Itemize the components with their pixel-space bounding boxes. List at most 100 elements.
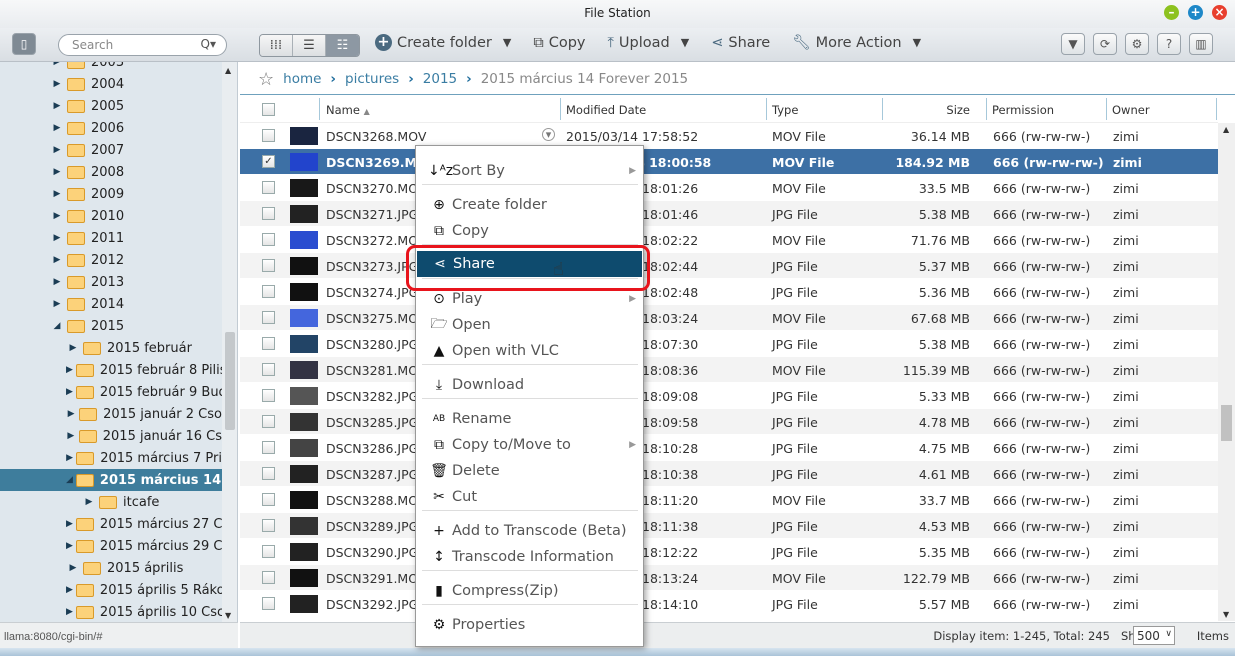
table-row[interactable]: DSCN3268.MOV ▾ 2015/03/14 17:58:52 MOV F… xyxy=(240,123,1218,149)
table-row[interactable]: DSCN3281.MOV 2015/03/14 18:08:36 MOV Fil… xyxy=(240,357,1218,383)
collapsed-arrow-icon[interactable]: ▶ xyxy=(66,585,73,595)
table-row[interactable]: DSCN3288.MOV 2015/03/14 18:11:20 MOV Fil… xyxy=(240,487,1218,513)
context-menu-item[interactable]: ⧉ Copy to/Move to ▶ xyxy=(416,432,643,458)
favorite-star-icon[interactable]: ☆ xyxy=(258,69,274,90)
context-menu-item[interactable]: ↕ Transcode Information xyxy=(416,544,643,570)
row-checkbox[interactable] xyxy=(262,259,275,272)
row-checkbox[interactable]: ✓ xyxy=(262,155,275,168)
folder-tree-item[interactable]: ▶ 2015 április xyxy=(0,557,222,579)
folder-tree-item[interactable]: ▶ 2015 február 9 Bud xyxy=(0,381,222,403)
folder-tree-item[interactable]: ▶ 2015 március 7 Pri xyxy=(0,447,222,469)
table-row[interactable]: ✓ DSCN3269.MOV 2015/03/14 18:00:58 MOV F… xyxy=(240,149,1218,175)
header-size[interactable]: Size xyxy=(946,103,970,117)
table-row[interactable]: DSCN3272.MOV 2015/03/14 18:02:22 MOV Fil… xyxy=(240,227,1218,253)
folder-tree-item[interactable]: ▶ 2006 xyxy=(0,117,222,139)
help-button[interactable]: ? xyxy=(1157,33,1181,55)
select-all-checkbox[interactable] xyxy=(262,103,275,116)
row-checkbox[interactable] xyxy=(262,415,275,428)
folder-tree-item[interactable]: ▶ 2015 március 27 C xyxy=(0,513,222,535)
header-owner[interactable]: Owner xyxy=(1112,103,1150,117)
folder-tree-item[interactable]: ▶ 2004 xyxy=(0,73,222,95)
collapsed-arrow-icon[interactable]: ▶ xyxy=(66,431,76,441)
collapsed-arrow-icon[interactable]: ▶ xyxy=(50,145,64,155)
table-row[interactable]: DSCN3286.JPG 2015/03/14 18:10:28 JPG Fil… xyxy=(240,435,1218,461)
collapsed-arrow-icon[interactable]: ▶ xyxy=(50,167,64,177)
folder-tree-item[interactable]: ▶ 2009 xyxy=(0,183,222,205)
folder-tree-item[interactable]: ◢ 2015 március 14 F xyxy=(0,469,222,491)
table-row[interactable]: DSCN3292.JPG 2015/03/14 18:14:10 JPG Fil… xyxy=(240,591,1218,617)
page-size-select[interactable]: 500 ∨ xyxy=(1133,626,1175,645)
sidebar-scroll-thumb[interactable] xyxy=(225,332,235,430)
folder-tree-item[interactable]: ▶ 2012 xyxy=(0,249,222,271)
collapsed-arrow-icon[interactable]: ▶ xyxy=(50,211,64,221)
row-checkbox[interactable] xyxy=(262,311,275,324)
folder-tree-item[interactable]: ▶ 2014 xyxy=(0,293,222,315)
collapsed-arrow-icon[interactable]: ▶ xyxy=(66,453,73,463)
row-checkbox[interactable] xyxy=(262,571,275,584)
collapsed-arrow-icon[interactable]: ▶ xyxy=(66,365,73,375)
table-row[interactable]: DSCN3274.JPG 2015/03/14 18:02:48 JPG Fil… xyxy=(240,279,1218,305)
table-row[interactable]: DSCN3280.JPG 2015/03/14 18:07:30 JPG Fil… xyxy=(240,331,1218,357)
row-checkbox[interactable] xyxy=(262,363,275,376)
folder-tree-item[interactable]: ◢ 2015 xyxy=(0,315,222,337)
filter-button[interactable]: ▼ xyxy=(1061,33,1085,55)
list-view-button[interactable]: ☰ xyxy=(293,35,326,56)
thumbnail-view-button[interactable]: ⁞⁞⁞ xyxy=(260,35,293,56)
more-action-button[interactable]: 🔧︎ More Action ▼ xyxy=(792,34,921,52)
minimize-icon[interactable]: – xyxy=(1164,5,1179,20)
row-checkbox[interactable] xyxy=(262,545,275,558)
context-menu-item[interactable]: + Add to Transcode (Beta) xyxy=(416,518,643,544)
folder-tree-item[interactable]: ▶ 2010 xyxy=(0,205,222,227)
header-permission[interactable]: Permission xyxy=(992,103,1054,117)
table-row[interactable]: DSCN3270.MOV 2015/03/14 18:01:26 MOV Fil… xyxy=(240,175,1218,201)
upload-button[interactable]: ⤒ Upload ▼ xyxy=(608,34,690,51)
collapsed-arrow-icon[interactable]: ▶ xyxy=(82,497,96,507)
folder-tree-item[interactable]: ▶ 2011 xyxy=(0,227,222,249)
table-row[interactable]: DSCN3282.JPG 2015/03/14 18:09:08 JPG Fil… xyxy=(240,383,1218,409)
folder-tree-item[interactable]: ▶ 2008 xyxy=(0,161,222,183)
folder-tree-item[interactable]: ▶ 2015 január 16 Cs xyxy=(0,425,222,447)
collapsed-arrow-icon[interactable]: ▶ xyxy=(50,189,64,199)
table-row[interactable]: DSCN3287.JPG 2015/03/14 18:10:38 JPG Fil… xyxy=(240,461,1218,487)
file-list-scrollbar[interactable]: ▲ ▼ xyxy=(1218,123,1235,621)
collapsed-arrow-icon[interactable]: ▶ xyxy=(50,277,64,287)
table-row[interactable]: DSCN3290.JPG 2015/03/14 18:12:22 JPG Fil… xyxy=(240,539,1218,565)
collapsed-arrow-icon[interactable]: ▶ xyxy=(50,123,64,133)
folder-tree-item[interactable]: ▶ 2015 április 10 Csc xyxy=(0,601,222,622)
folder-tree-item[interactable]: ▶ 2007 xyxy=(0,139,222,161)
context-menu-item[interactable]: 🗑︎ Delete xyxy=(416,458,643,484)
table-row[interactable]: DSCN3271.JPG 2015/03/14 18:01:46 JPG Fil… xyxy=(240,201,1218,227)
expanded-arrow-icon[interactable]: ◢ xyxy=(50,321,64,331)
folder-tree-item[interactable]: ▶ 2013 xyxy=(0,271,222,293)
table-row[interactable]: DSCN3275.MOV 2015/03/14 18:03:24 MOV Fil… xyxy=(240,305,1218,331)
folder-tree-item[interactable]: ▶ 2015 február 8 Pilis xyxy=(0,359,222,381)
collapsed-arrow-icon[interactable]: ▶ xyxy=(66,541,73,551)
refresh-button[interactable]: ⟳ xyxy=(1093,33,1117,55)
context-menu-item[interactable]: AB Rename xyxy=(416,406,643,432)
context-menu-item[interactable]: ⧉ Copy xyxy=(416,218,643,244)
row-checkbox[interactable] xyxy=(262,337,275,350)
share-button[interactable]: ⋖ Share xyxy=(711,34,770,51)
context-menu-item[interactable]: ⊕ Create folder xyxy=(416,192,643,218)
row-checkbox[interactable] xyxy=(262,519,275,532)
row-menu-icon[interactable]: ▾ xyxy=(542,128,555,141)
breadcrumb-home[interactable]: home xyxy=(283,71,321,87)
folder-tree-item[interactable]: ▶ 2015 március 29 C xyxy=(0,535,222,557)
header-name[interactable]: Name ▲ xyxy=(326,103,370,117)
table-row[interactable]: DSCN3285.JPG 2015/03/14 18:09:58 JPG Fil… xyxy=(240,409,1218,435)
context-menu-item[interactable]: 🗁︎ Open xyxy=(416,312,643,338)
create-folder-button[interactable]: + Create folder ▼ xyxy=(375,34,511,51)
row-checkbox[interactable] xyxy=(262,467,275,480)
collapsed-arrow-icon[interactable]: ▶ xyxy=(50,62,64,67)
settings-button[interactable]: ⚙ xyxy=(1125,33,1149,55)
breadcrumb-2015[interactable]: 2015 xyxy=(423,71,457,87)
folder-tree-item[interactable]: ▶ 2005 xyxy=(0,95,222,117)
header-modified[interactable]: Modified Date xyxy=(566,103,646,117)
collapsed-arrow-icon[interactable]: ▶ xyxy=(66,387,73,397)
collapsed-arrow-icon[interactable]: ▶ xyxy=(66,563,80,573)
folder-tree-item[interactable]: ▶ 2015 január 2 Cso xyxy=(0,403,222,425)
details-view-button[interactable]: ☷ xyxy=(326,35,359,56)
row-checkbox[interactable] xyxy=(262,129,275,142)
row-checkbox[interactable] xyxy=(262,207,275,220)
panel-toggle-button[interactable]: ▥ xyxy=(1189,33,1213,55)
